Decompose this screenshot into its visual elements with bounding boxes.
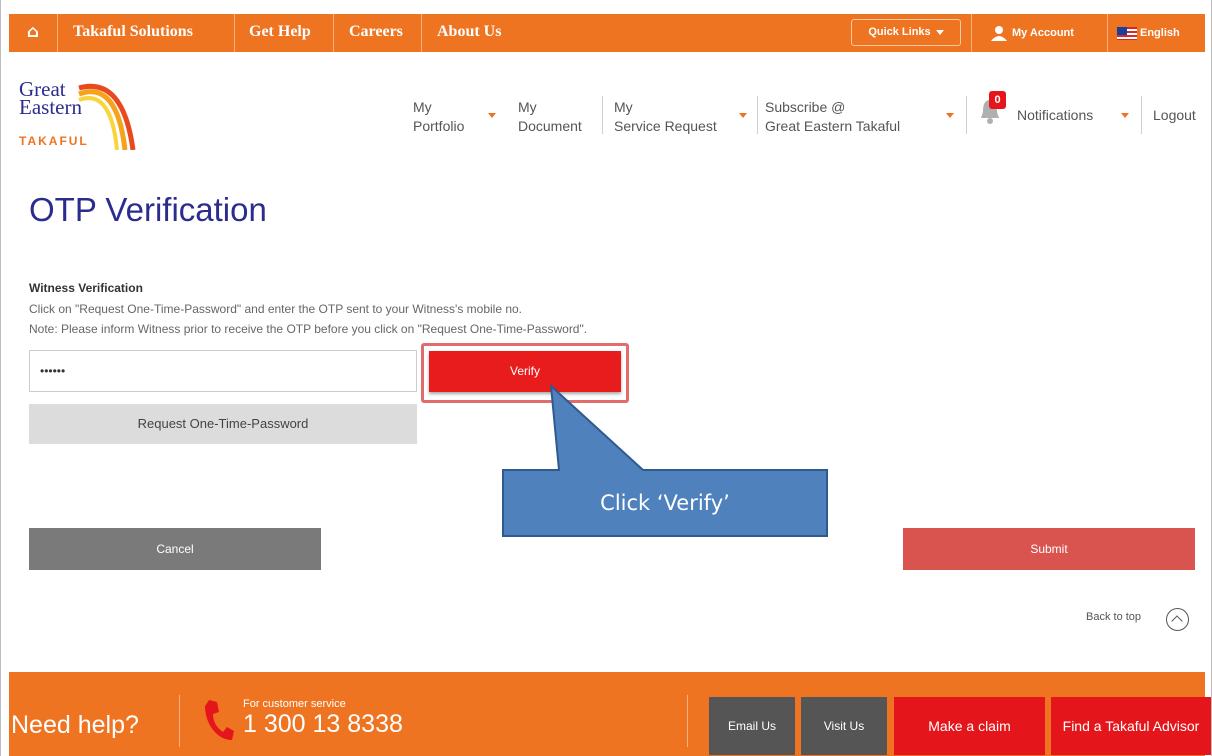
back-to-top-link[interactable]: Back to top <box>1086 611 1141 623</box>
make-a-claim-button[interactable]: Make a claim <box>894 697 1045 755</box>
nav-label-line1: My <box>614 99 633 115</box>
my-account-label: My Account <box>1012 27 1074 39</box>
otp-input[interactable] <box>29 350 417 392</box>
user-icon <box>991 26 1007 42</box>
divider <box>1141 96 1142 134</box>
phone-number[interactable]: 1 300 13 8338 <box>243 710 403 739</box>
nav-label-line2: Document <box>518 118 582 134</box>
divider <box>966 96 967 134</box>
logout-link[interactable]: Logout <box>1153 106 1196 125</box>
instruction-text: Click on "Request One-Time-Password" and… <box>29 302 523 316</box>
top-bar: ⌂ Takaful Solutions Get Help Careers Abo… <box>9 14 1205 52</box>
great-eastern-takaful-logo[interactable]: Great Eastern TAKAFUL <box>19 79 139 160</box>
nav-subscribe[interactable]: Subscribe @ Great Eastern Takaful <box>765 98 900 136</box>
nav-label-line1: Subscribe @ <box>765 99 846 115</box>
nav-takaful-solutions[interactable]: Takaful Solutions <box>73 14 193 52</box>
quick-links-dropdown[interactable]: Quick Links <box>851 19 961 46</box>
divider <box>687 695 688 747</box>
my-account-link[interactable]: My Account <box>989 14 1074 52</box>
home-icon[interactable]: ⌂ <box>9 14 57 52</box>
nav-notifications[interactable]: Notifications <box>1017 106 1093 125</box>
nav-my-document[interactable]: My Document <box>518 98 582 136</box>
chevron-down-icon[interactable] <box>739 113 747 118</box>
nav-my-portfolio[interactable]: My Portfolio <box>413 98 464 136</box>
language-label: English <box>1140 27 1180 39</box>
nav-label-line2: Portfolio <box>413 118 465 134</box>
nav-label-line1: My <box>413 99 432 115</box>
otp-verification-page: ⌂ Takaful Solutions Get Help Careers Abo… <box>0 0 1212 756</box>
nav-label-line1: My <box>518 99 537 115</box>
email-us-button[interactable]: Email Us <box>709 697 795 755</box>
chevron-down-icon[interactable] <box>1121 113 1129 118</box>
language-selector[interactable]: English <box>1117 14 1180 52</box>
divider <box>602 96 603 134</box>
request-otp-button[interactable]: Request One-Time-Password <box>29 404 417 444</box>
quick-links-label: Quick Links <box>868 26 931 38</box>
chevron-up-icon[interactable] <box>1166 608 1189 631</box>
notification-count-badge: 0 <box>989 91 1006 109</box>
divider <box>1107 14 1108 52</box>
nav-about-us[interactable]: About Us <box>437 14 501 52</box>
divider <box>179 695 180 747</box>
malaysia-flag-icon <box>1117 26 1137 40</box>
section-heading: Witness Verification <box>29 281 143 295</box>
chevron-down-icon[interactable] <box>488 113 496 118</box>
nav-label-line2: Great Eastern Takaful <box>765 118 901 134</box>
customer-service-label: For customer service <box>243 698 346 710</box>
phone-icon <box>205 700 234 740</box>
divider <box>421 14 422 52</box>
logo-text-line3: TAKAFUL <box>19 134 89 148</box>
divider <box>333 14 334 52</box>
logo-text-line2: Eastern <box>19 95 82 119</box>
callout-text: Click ‘Verify’ <box>600 491 730 515</box>
divider <box>971 14 972 52</box>
nav-my-service-request[interactable]: My Service Request <box>614 98 717 136</box>
chevron-down-icon[interactable] <box>946 113 954 118</box>
divider <box>757 96 758 134</box>
find-advisor-button[interactable]: Find a Takaful Advisor <box>1051 697 1211 755</box>
nav-label-line2: Service Request <box>614 118 717 134</box>
divider <box>234 14 235 52</box>
need-help-label: Need help? <box>11 711 139 739</box>
page-title: OTP Verification <box>29 191 267 228</box>
visit-us-button[interactable]: Visit Us <box>801 697 887 755</box>
note-text: Note: Please inform Witness prior to rec… <box>29 322 588 336</box>
submit-button[interactable]: Submit <box>903 528 1195 570</box>
nav-careers[interactable]: Careers <box>349 14 403 52</box>
nav-get-help[interactable]: Get Help <box>249 14 311 52</box>
cancel-button[interactable]: Cancel <box>29 528 321 570</box>
chevron-down-icon <box>935 29 944 35</box>
divider <box>57 14 58 52</box>
